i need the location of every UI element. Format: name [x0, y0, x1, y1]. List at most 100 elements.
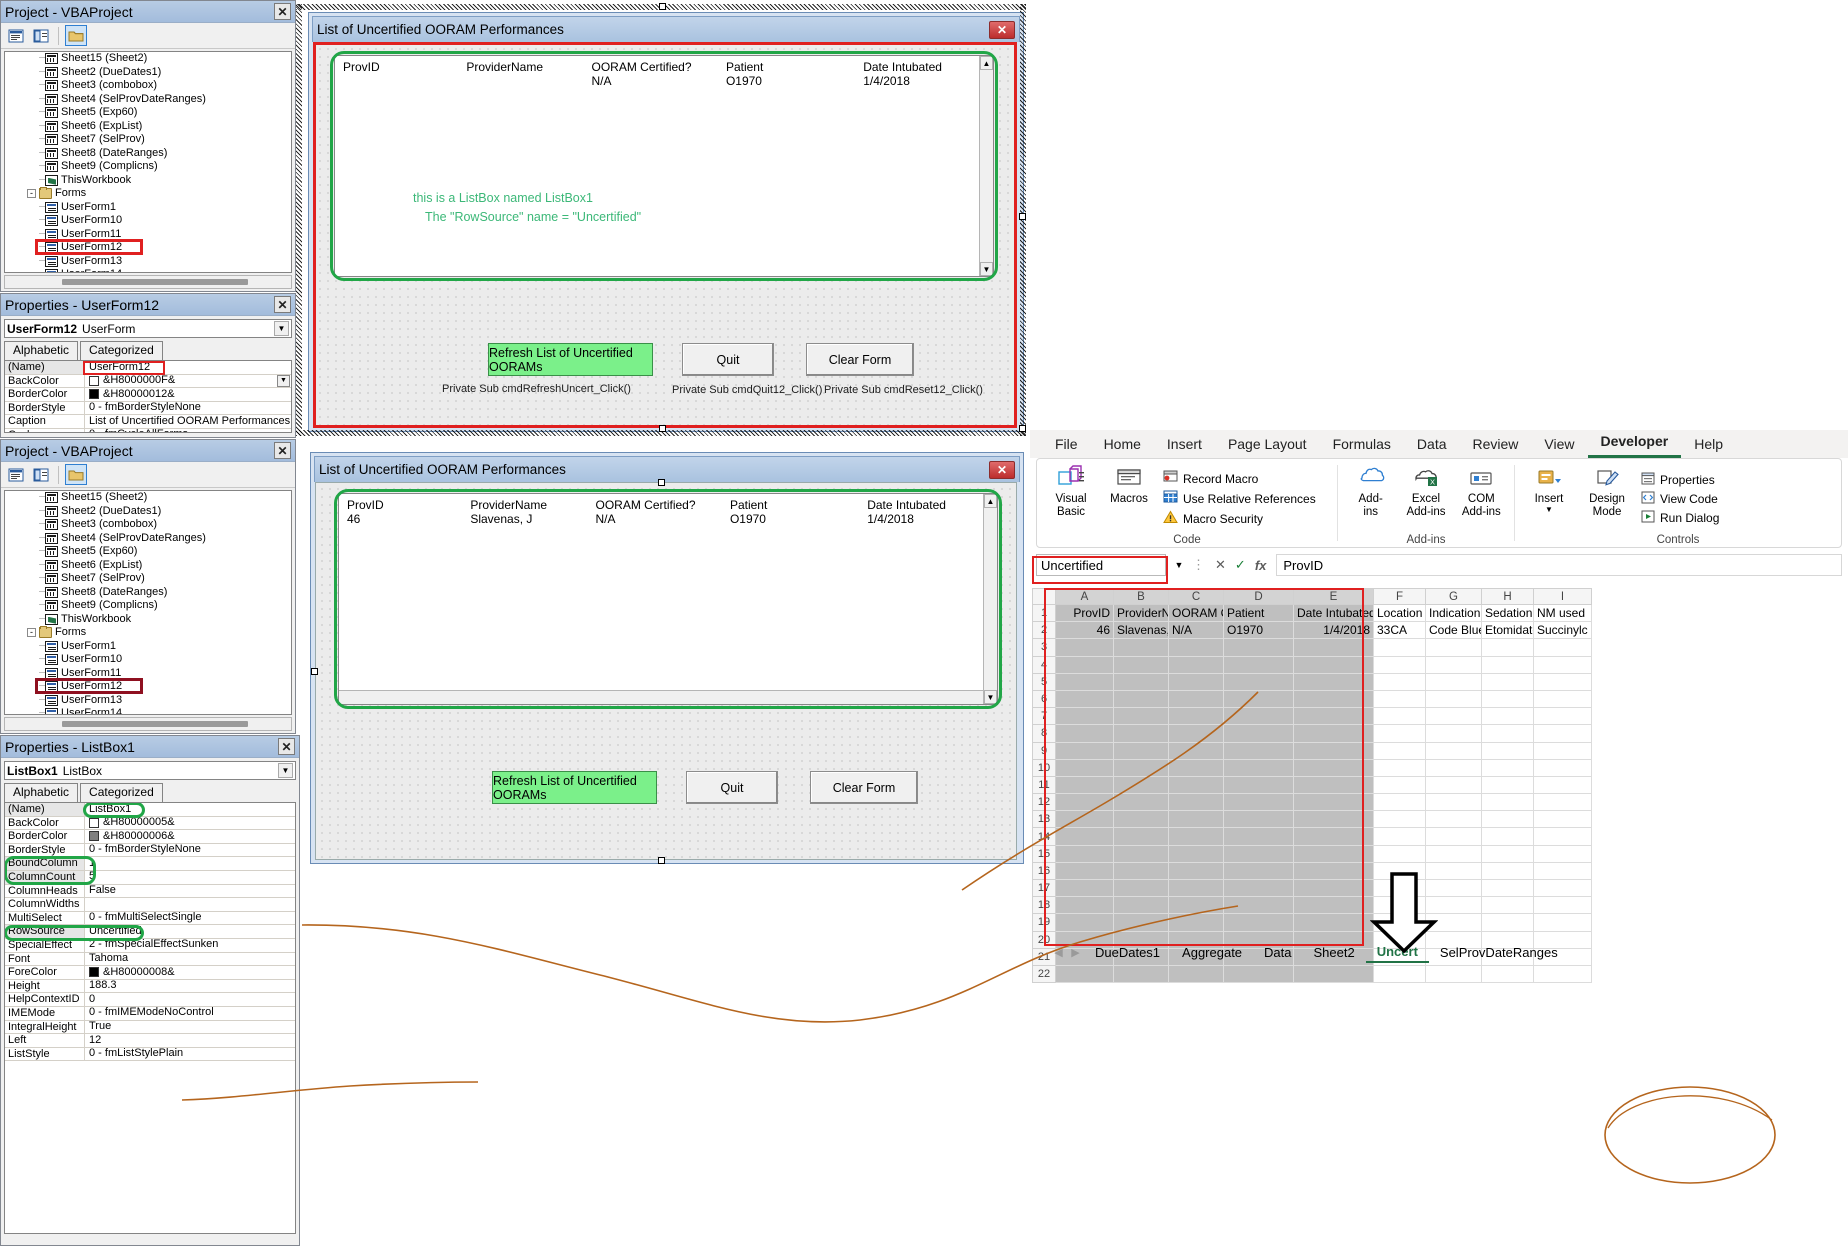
cell-H5[interactable] [1482, 673, 1534, 691]
row-header-15[interactable]: 15 [1032, 845, 1056, 863]
select-all-corner[interactable] [1032, 588, 1056, 605]
property-value[interactable]: True [85, 1021, 295, 1034]
clear-form-button-bottom[interactable]: Clear Form [810, 771, 918, 804]
cell-D13[interactable] [1224, 811, 1294, 829]
cell-A8[interactable] [1056, 725, 1114, 743]
resize-handle-bottom[interactable] [659, 425, 666, 432]
column-header-C[interactable]: C [1169, 588, 1224, 605]
cell-A3[interactable] [1056, 639, 1114, 657]
property-row-multiselect[interactable]: MultiSelect 0 - fmMultiSelectSingle [5, 911, 295, 926]
row-header-22[interactable]: 22 [1032, 965, 1056, 984]
column-header-D[interactable]: D [1224, 588, 1294, 605]
property-value[interactable]: 0 [85, 993, 295, 1006]
property-row-helpcontextid[interactable]: HelpContextID 0 [5, 993, 295, 1007]
cell-F3[interactable] [1374, 639, 1426, 657]
close-icon[interactable]: ✕ [278, 738, 295, 755]
tree-item-sheet5-exp60[interactable]: ┄ Sheet5 (Exp60) [5, 545, 291, 559]
tree-item-sheet7-selprov[interactable]: ┄ Sheet7 (SelProv) [5, 133, 291, 147]
chevron-down-icon[interactable]: ▼ [274, 321, 289, 336]
sheet-nav-prev-icon[interactable]: ◀ [1050, 946, 1067, 959]
cell-I7[interactable] [1534, 708, 1592, 726]
cell-G22[interactable] [1426, 965, 1482, 984]
cell-C17[interactable] [1169, 880, 1224, 898]
property-row-columnheads[interactable]: ColumnHeads False [5, 884, 295, 899]
cell-E13[interactable] [1294, 811, 1374, 829]
cell-B1[interactable]: ProviderName [1114, 605, 1169, 623]
tree-item-sheet6-explist[interactable]: ┄ Sheet6 (ExpList) [5, 559, 291, 573]
cell-F14[interactable] [1374, 828, 1426, 846]
cell-I4[interactable] [1534, 656, 1592, 674]
cell-F22[interactable] [1374, 965, 1426, 984]
property-row-columnwidths[interactable]: ColumnWidths [5, 898, 295, 912]
record-macro-button[interactable]: Record Macro [1163, 470, 1316, 487]
cell-E3[interactable] [1294, 639, 1374, 657]
toggle-folders-icon[interactable] [65, 464, 87, 485]
cell-E16[interactable] [1294, 862, 1374, 880]
tree-item-sheet4-selprovdateranges[interactable]: ┄ Sheet4 (SelProvDateRanges) [5, 93, 291, 107]
insert-function-icon[interactable]: fx [1255, 558, 1267, 573]
cell-G15[interactable] [1426, 845, 1482, 863]
property-row-cycle[interactable]: Cycle 0 - fmCycleAllForms [5, 428, 291, 432]
cell-H3[interactable] [1482, 639, 1534, 657]
cell-I19[interactable] [1534, 914, 1592, 932]
tree-item-userform12[interactable]: ┄ UserForm12 [5, 239, 291, 255]
close-icon[interactable]: ✕ [274, 296, 291, 313]
cell-E15[interactable] [1294, 845, 1374, 863]
tree-item-userform14[interactable]: ┄ UserForm14 [5, 707, 291, 714]
cell-I2[interactable]: Succinylc [1534, 622, 1592, 640]
tree-item-thisworkbook[interactable]: ┄ ThisWorkbook [5, 613, 291, 627]
cell-I10[interactable] [1534, 759, 1592, 777]
cell-I17[interactable] [1534, 880, 1592, 898]
row-header-16[interactable]: 16 [1032, 862, 1056, 880]
cell-D7[interactable] [1224, 708, 1294, 726]
design-mode-button[interactable]: Design Mode [1581, 463, 1633, 534]
resize-handle-bottom-bottomwin[interactable] [658, 857, 665, 864]
tree-item-forms[interactable]: - Forms [5, 626, 291, 640]
cell-C14[interactable] [1169, 828, 1224, 846]
close-icon[interactable]: ✕ [989, 460, 1015, 479]
cell-A13[interactable] [1056, 811, 1114, 829]
property-value[interactable]: 2 - fmSpecialEffectSunken [85, 939, 295, 952]
cell-D22[interactable] [1224, 965, 1294, 984]
cell-H13[interactable] [1482, 811, 1534, 829]
column-header-H[interactable]: H [1482, 588, 1534, 605]
cell-D11[interactable] [1224, 776, 1294, 795]
property-row-columncount[interactable]: ColumnCount 5 [5, 870, 295, 885]
property-value[interactable]: &H80000005& [85, 817, 295, 830]
row-header-9[interactable]: 9 [1032, 742, 1056, 760]
cell-E22[interactable] [1294, 965, 1374, 984]
cell-B15[interactable] [1114, 845, 1169, 863]
tree-expander-icon[interactable]: - [27, 189, 36, 199]
cell-D4[interactable] [1224, 656, 1294, 674]
name-box[interactable]: Uncertified [1036, 554, 1166, 576]
name-box-chevron-down-icon[interactable]: ▼ [1170, 554, 1188, 576]
tree-item-userform14[interactable]: ┄ UserForm14 [5, 268, 291, 272]
cell-A17[interactable] [1056, 880, 1114, 898]
cell-A19[interactable] [1056, 914, 1114, 932]
cell-C12[interactable] [1169, 794, 1224, 812]
tree-item-userform13[interactable]: ┄ UserForm13 [5, 694, 291, 708]
cell-G9[interactable] [1426, 742, 1482, 760]
view-object-icon[interactable] [30, 464, 52, 485]
row-header-5[interactable]: 5 [1032, 673, 1056, 691]
cancel-icon[interactable]: ✕ [1215, 557, 1226, 573]
cell-B17[interactable] [1114, 880, 1169, 898]
cell-C3[interactable] [1169, 639, 1224, 657]
property-row-boundcolumn[interactable]: BoundColumn 1 [5, 857, 295, 871]
cell-I13[interactable] [1534, 811, 1592, 829]
cell-A14[interactable] [1056, 828, 1114, 846]
tree-item-thisworkbook[interactable]: ┄ ThisWorkbook [5, 174, 291, 188]
row-header-19[interactable]: 19 [1032, 914, 1056, 932]
column-header-E[interactable]: E [1294, 588, 1374, 605]
refresh-uncertified-ooram-button-bottom[interactable]: Refresh List of Uncertified OORAMs [492, 771, 657, 804]
cell-C15[interactable] [1169, 845, 1224, 863]
scroll-down-icon[interactable]: ▼ [980, 262, 993, 276]
ribbon-tab-page-layout[interactable]: Page Layout [1215, 433, 1320, 458]
row-header-2[interactable]: 2 [1032, 622, 1056, 640]
cell-A12[interactable] [1056, 794, 1114, 812]
project-tree-hscrollbar-top[interactable] [4, 275, 292, 289]
tree-item-sheet2-duedates1[interactable]: ┄ Sheet2 (DueDates1) [5, 505, 291, 519]
cell-A16[interactable] [1056, 862, 1114, 880]
cell-I18[interactable] [1534, 897, 1592, 915]
cell-H7[interactable] [1482, 708, 1534, 726]
